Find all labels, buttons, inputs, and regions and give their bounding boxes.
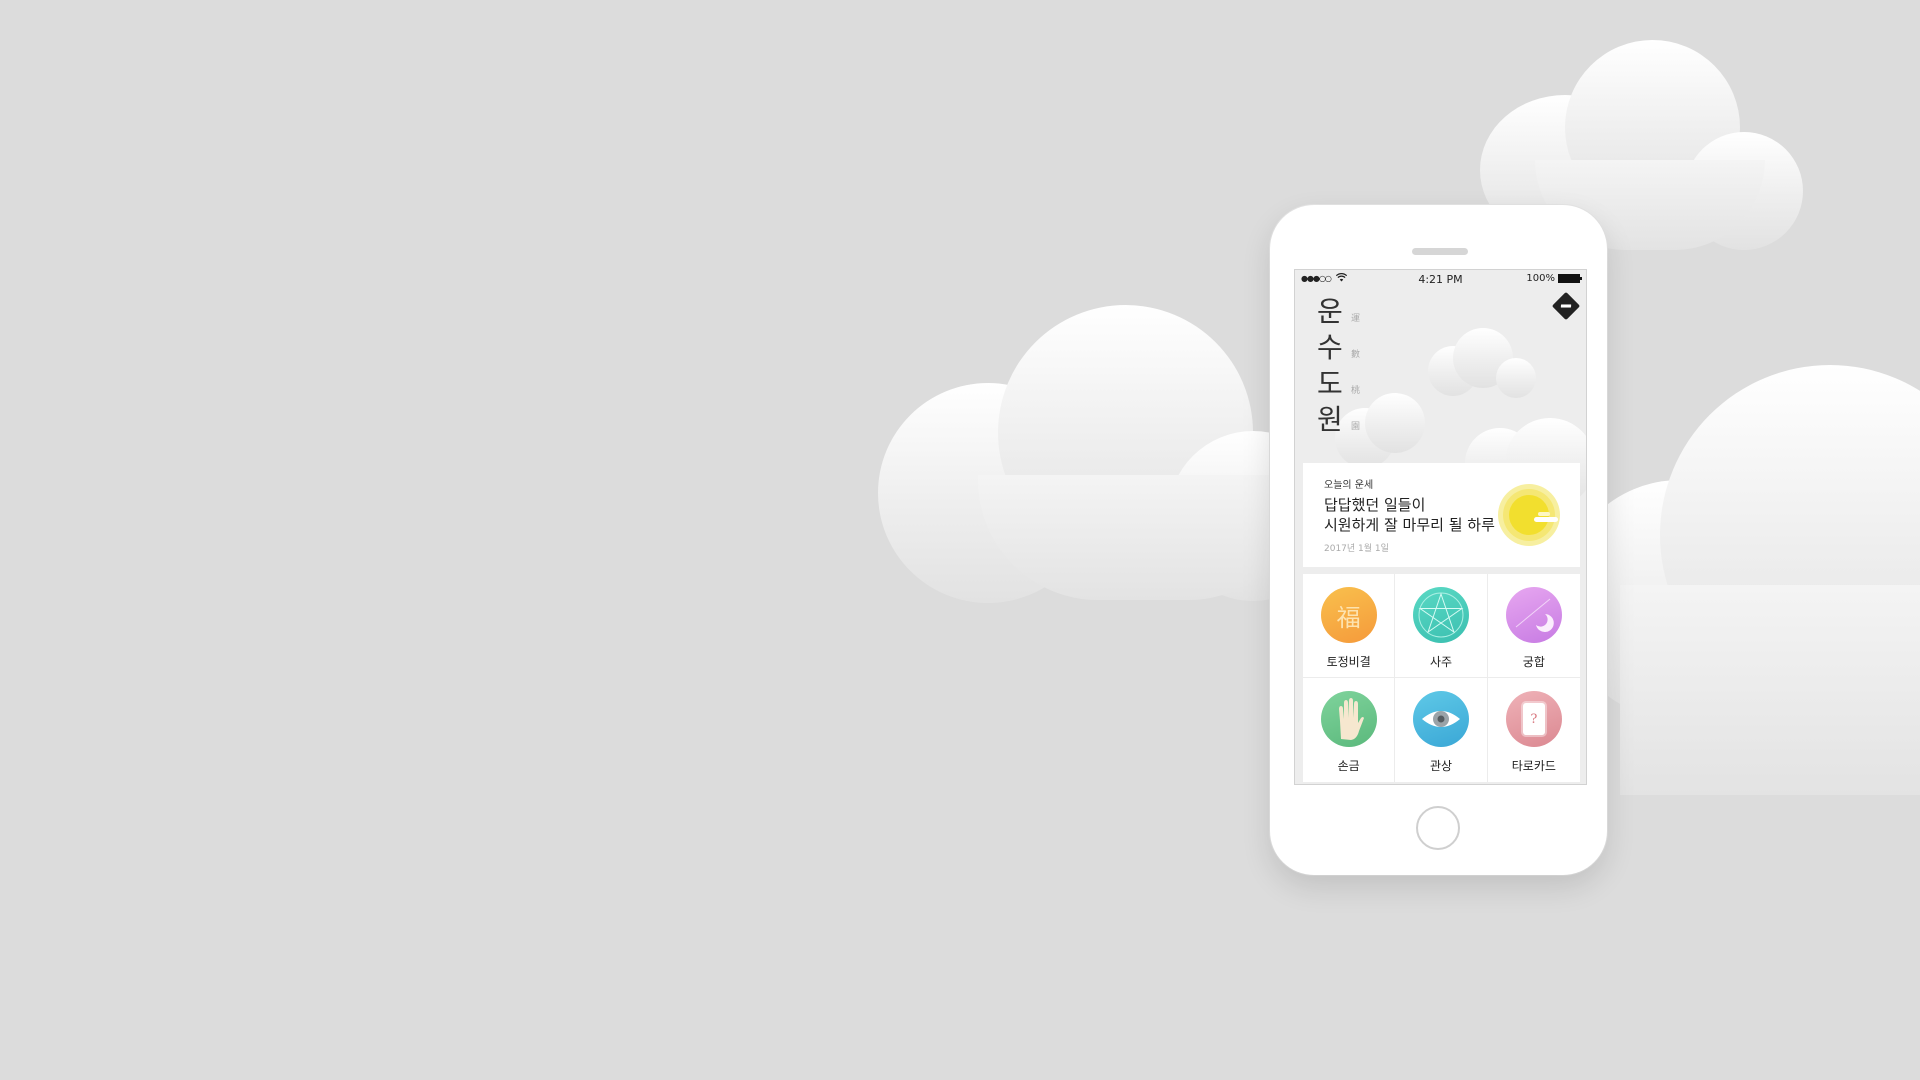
app-title-char: 운: [1317, 295, 1343, 328]
app-title: 운 運 수 數 도 桃 원 園: [1317, 294, 1377, 438]
menu-item-label: 궁합: [1522, 655, 1545, 669]
app-title-char: 수: [1317, 331, 1343, 364]
menu-item-tarot[interactable]: ? 타로카드: [1488, 678, 1580, 782]
crescent-moon-icon: [1505, 587, 1562, 643]
eye-icon: [1412, 691, 1469, 747]
speaker-grille: [1412, 248, 1468, 255]
app-title-hanja: 園: [1351, 422, 1361, 432]
menu-item-saju[interactable]: 사주: [1395, 574, 1488, 678]
menu-item-label: 타로카드: [1511, 759, 1556, 773]
app-title-hanja: 數: [1351, 350, 1361, 360]
battery-indicator: 100%: [1526, 273, 1582, 284]
app-screen: ●●●○○ 4:21 PM 100% 운 運 수 數 도 桃 원 園 오늘의 운…: [1294, 269, 1587, 785]
menu-item-songeum[interactable]: 손금: [1303, 678, 1396, 782]
home-button[interactable]: [1416, 806, 1460, 850]
fortune-message: 답답했던 일들이 시원하게 잘 마무리 될 하루: [1324, 495, 1514, 535]
fortune-card-label: 오늘의 운세: [1324, 480, 1374, 491]
bok-glyph: 福: [1336, 603, 1361, 632]
sun-icon: [1498, 484, 1560, 546]
background-cloud-middle: [878, 305, 1338, 603]
pentagram-icon: [1412, 587, 1469, 643]
app-title-char: 원: [1317, 403, 1343, 436]
battery-icon: [1558, 274, 1582, 283]
background-cloud-right: [1560, 365, 1920, 795]
phone-device: ●●●○○ 4:21 PM 100% 운 運 수 數 도 桃 원 園 오늘의 운…: [1270, 205, 1607, 875]
fortune-date: 2017년 1월 1일: [1324, 544, 1389, 554]
menu-item-label: 사주: [1429, 655, 1453, 669]
menu-item-label: 손금: [1337, 759, 1360, 773]
tarot-card-glyph: ?: [1530, 711, 1538, 727]
app-title-hanja: 桃: [1351, 386, 1361, 396]
app-title-char: 도: [1317, 367, 1343, 400]
menu-item-tojeong[interactable]: 福 토정비결: [1303, 574, 1396, 678]
fortune-message-line: 시원하게 잘 마무리 될 하루: [1324, 516, 1495, 534]
menu-item-label: 토정비결: [1326, 655, 1371, 669]
menu-item-gwansang[interactable]: 관상: [1395, 678, 1488, 782]
bok-character-icon: 福: [1320, 587, 1377, 643]
app-title-hanja: 運: [1351, 314, 1361, 324]
today-fortune-card[interactable]: 오늘의 운세 답답했던 일들이 시원하게 잘 마무리 될 하루 2017년 1월…: [1303, 463, 1580, 567]
menu-item-label: 관상: [1429, 759, 1453, 773]
status-bar: ●●●○○ 4:21 PM 100%: [1295, 270, 1586, 288]
fortune-menu-grid: 福 토정비결 사주 궁합 손금 관상 ? 타로카드: [1303, 574, 1580, 782]
menu-item-gunghap[interactable]: 궁합: [1487, 574, 1580, 678]
header-cloud-decoration: [1428, 328, 1538, 398]
tarot-card-icon: ?: [1505, 691, 1562, 747]
battery-percent: 100%: [1526, 273, 1555, 284]
fortune-message-line: 답답했던 일들이: [1324, 496, 1426, 514]
tarot-card: ?: [1522, 703, 1545, 735]
palm-hand-icon: [1320, 691, 1377, 747]
hamburger-menu-icon[interactable]: [1551, 291, 1581, 321]
app-header: 운 運 수 數 도 桃 원 園: [1295, 288, 1586, 508]
